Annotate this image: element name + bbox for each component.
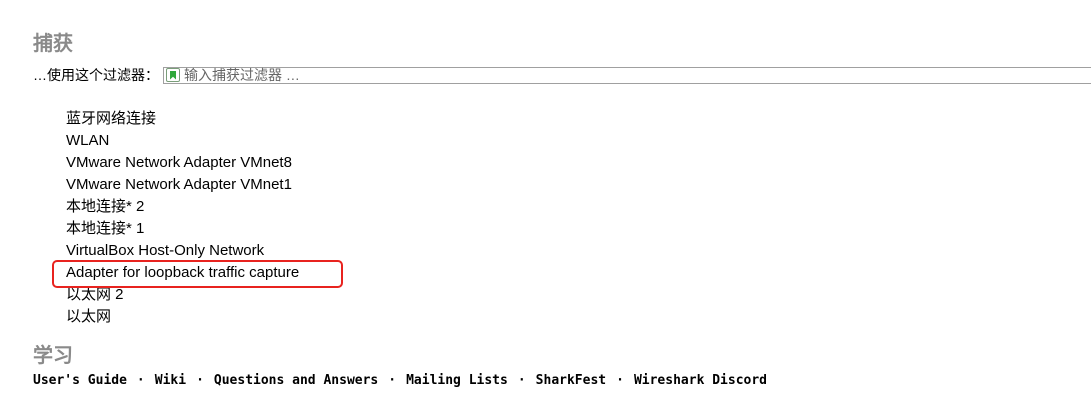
- link-separator: ·: [517, 373, 526, 388]
- interface-item[interactable]: VMware Network Adapter VMnet1: [66, 174, 299, 196]
- capture-filter-row: …使用这个过滤器：: [33, 65, 1091, 85]
- learn-section-title: 学习: [33, 343, 73, 367]
- mailing-lists-link[interactable]: Mailing Lists: [406, 373, 508, 388]
- wireshark-discord-link[interactable]: Wireshark Discord: [634, 373, 767, 388]
- interface-item[interactable]: VirtualBox Host-Only Network: [66, 240, 299, 262]
- interface-item[interactable]: 本地连接* 1: [66, 218, 299, 240]
- users-guide-link[interactable]: User's Guide: [33, 373, 127, 388]
- capture-filter-box[interactable]: [163, 66, 1091, 84]
- interface-item[interactable]: 蓝牙网络连接: [66, 108, 299, 130]
- interface-item[interactable]: WLAN: [66, 130, 299, 152]
- link-separator: ·: [136, 373, 145, 388]
- highlight-annotation-box: [52, 260, 343, 288]
- interface-item[interactable]: 以太网: [66, 306, 299, 328]
- bookmark-icon[interactable]: [166, 68, 180, 82]
- interface-item[interactable]: VMware Network Adapter VMnet8: [66, 152, 299, 174]
- link-separator: ·: [616, 373, 624, 388]
- learn-links-row: User's Guide · Wiki · Questions and Answ…: [33, 373, 767, 388]
- questions-and-answers-link[interactable]: Questions and Answers: [214, 373, 378, 388]
- capture-filter-label: …使用这个过滤器：: [33, 67, 159, 83]
- link-separator: ·: [196, 373, 204, 388]
- wiki-link[interactable]: Wiki: [155, 373, 186, 388]
- capture-section-title: 捕获: [33, 31, 73, 55]
- interface-list: 蓝牙网络连接 WLAN VMware Network Adapter VMnet…: [66, 108, 299, 328]
- sharkfest-link[interactable]: SharkFest: [536, 373, 606, 388]
- link-separator: ·: [388, 373, 397, 388]
- interface-item[interactable]: 本地连接* 2: [66, 196, 299, 218]
- capture-filter-input[interactable]: [184, 67, 444, 83]
